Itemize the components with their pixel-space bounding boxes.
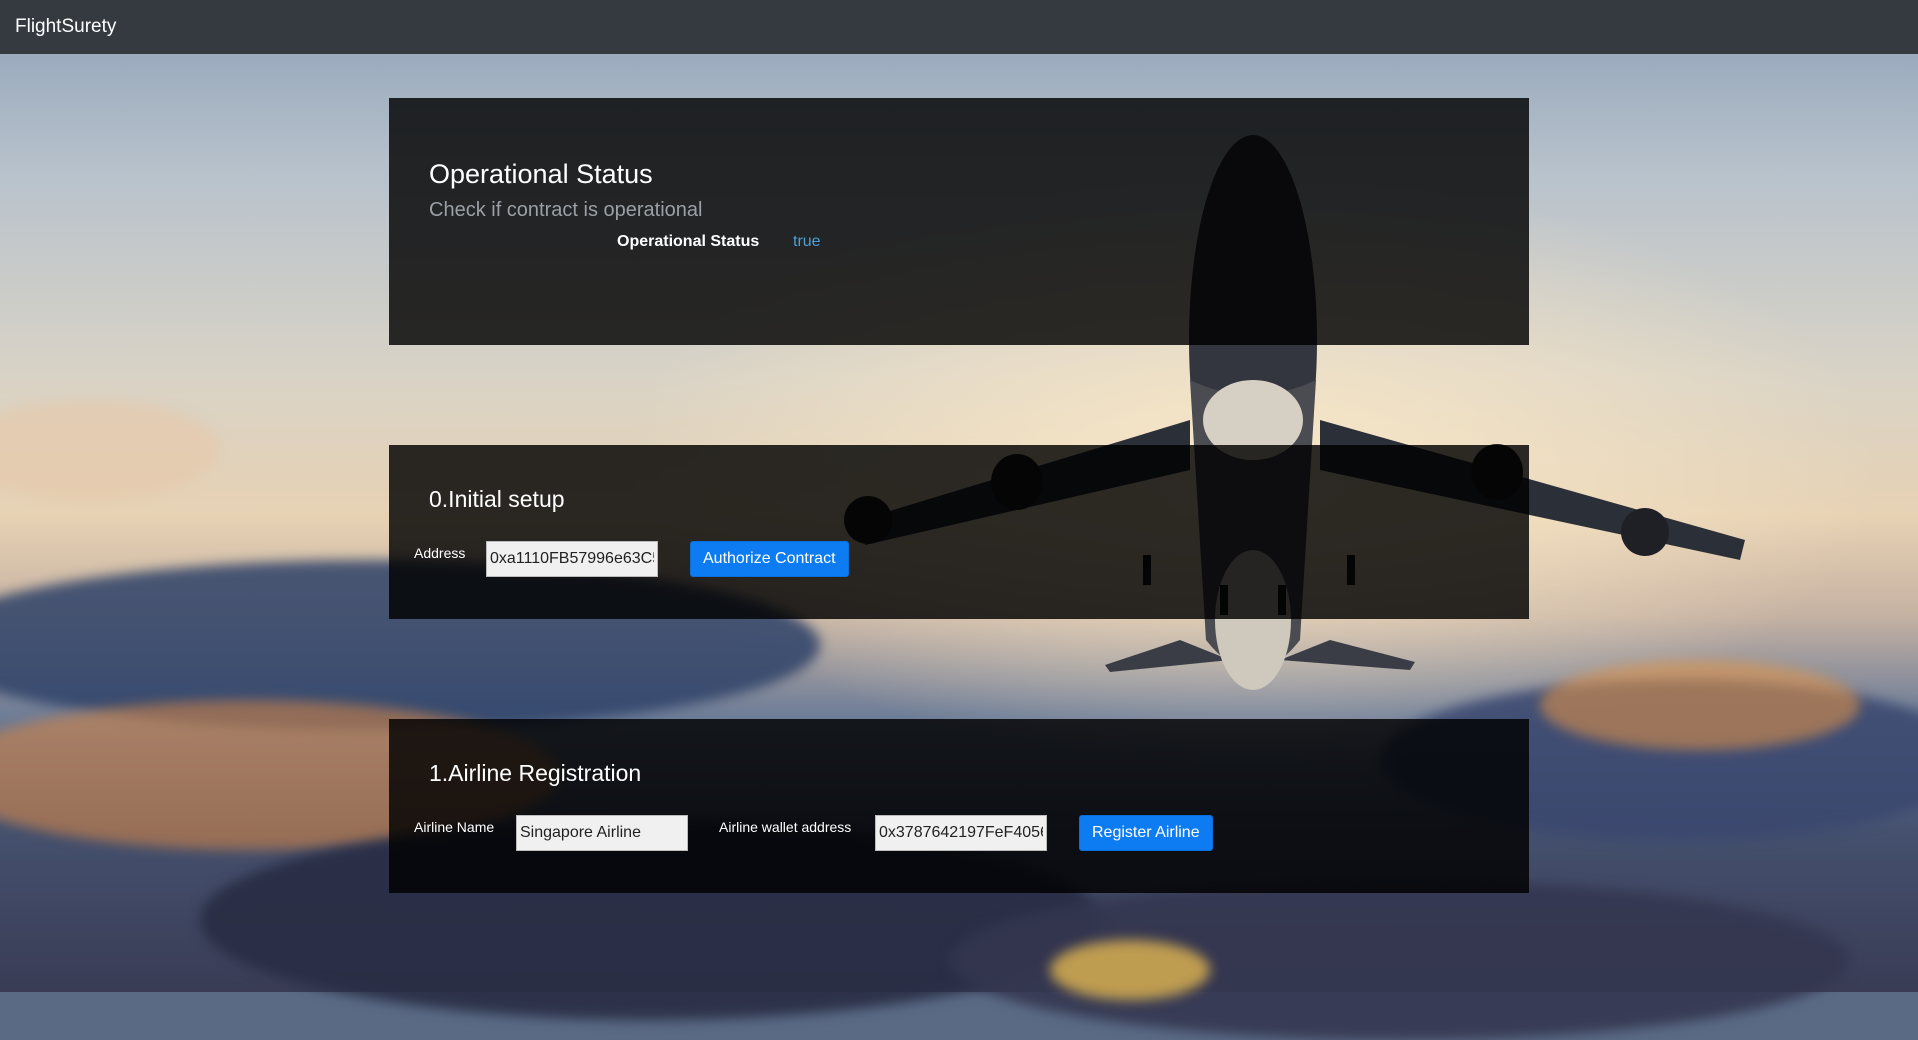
panel-title: 1.Airline Registration: [429, 760, 642, 786]
status-value: true: [793, 233, 821, 250]
initial-setup-panel: 0.Initial setup Address Authorize Contra…: [389, 445, 1529, 619]
register-airline-button[interactable]: Register Airline: [1079, 815, 1213, 851]
brand-link[interactable]: FlightSurety: [15, 15, 116, 39]
airline-name-label: Airline Name: [414, 819, 495, 835]
wallet-address-label: Airline wallet address: [719, 819, 852, 835]
address-label: Address: [414, 545, 466, 561]
panel-subtitle: Check if contract is operational: [429, 199, 703, 221]
panel-title: 0.Initial setup: [429, 486, 565, 512]
navbar: FlightSurety: [0, 0, 1918, 54]
airline-registration-panel: 1.Airline Registration Airline Name Airl…: [389, 719, 1529, 893]
status-label: Operational Status: [617, 233, 760, 250]
airline-name-input[interactable]: [516, 815, 688, 851]
wallet-address-input[interactable]: [875, 815, 1047, 851]
panel-title: Operational Status: [429, 159, 653, 189]
address-input[interactable]: [486, 541, 658, 577]
authorize-contract-button[interactable]: Authorize Contract: [690, 541, 849, 577]
operational-status-panel: Operational Status Check if contract is …: [389, 98, 1529, 345]
